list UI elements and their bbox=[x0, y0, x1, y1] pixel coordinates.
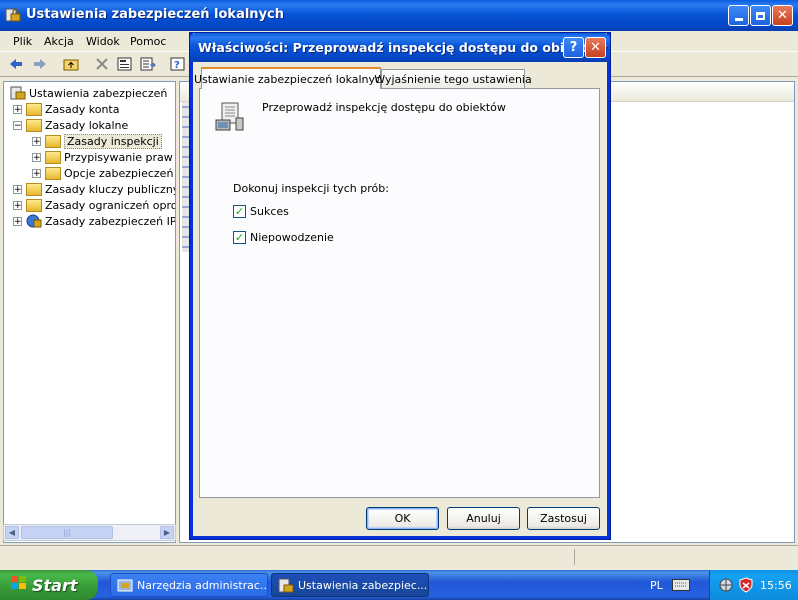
scroll-thumb[interactable]: ||| bbox=[21, 526, 113, 539]
close-icon: ✕ bbox=[777, 8, 788, 23]
up-folder-icon[interactable] bbox=[61, 55, 81, 73]
svg-text:?: ? bbox=[174, 60, 180, 71]
taskbar-item-label: Ustawienia zabezpiec... bbox=[298, 578, 428, 592]
menu-akcja[interactable]: Akcja bbox=[44, 35, 74, 48]
maximize-icon bbox=[756, 11, 765, 20]
security-settings-icon bbox=[278, 578, 294, 596]
tree-label: Zasady konta bbox=[45, 102, 120, 116]
collapse-minus-icon[interactable]: − bbox=[13, 120, 22, 130]
main-window-title: Ustawienia zabezpieczeń lokalnych bbox=[26, 7, 285, 22]
tree-horizontal-scrollbar[interactable]: ◀ ||| ▶ bbox=[3, 524, 176, 541]
tree-item-zasady-ograniczen[interactable]: + Zasady ograniczeń oprogramowania bbox=[13, 197, 175, 213]
policy-icon bbox=[214, 100, 246, 132]
tree-label: Zasady ograniczeń oprogramowania bbox=[45, 198, 175, 212]
taskbar-item-admin-tools[interactable]: Narzędzia administrac... bbox=[110, 573, 268, 597]
tree-label: Zasady zabezpieczeń IP w bbox=[45, 214, 176, 228]
expand-plus-icon[interactable]: + bbox=[32, 136, 41, 146]
failure-checkbox-row[interactable]: ✓ Niepowodzenie bbox=[233, 231, 334, 244]
dialog-title-bar[interactable]: Właściwości: Przeprowadź inspekcję dostę… bbox=[190, 33, 610, 62]
apply-button[interactable]: Zastosuj bbox=[527, 507, 600, 530]
expand-plus-icon[interactable]: + bbox=[13, 216, 22, 226]
tree-item-zasady-ip[interactable]: + Zasady zabezpieczeń IP w bbox=[13, 213, 176, 229]
dialog-title: Właściwości: Przeprowadź inspekcję dostę… bbox=[198, 40, 608, 55]
success-checkbox[interactable]: ✓ bbox=[233, 205, 246, 218]
expand-plus-icon[interactable]: + bbox=[13, 104, 22, 114]
tree-pane[interactable]: Ustawienia zabezpieczeń + Zasady konta −… bbox=[3, 81, 176, 543]
start-button[interactable]: Start bbox=[0, 570, 98, 600]
main-title-bar[interactable]: Ustawienia zabezpieczeń lokalnych bbox=[0, 0, 798, 31]
security-settings-icon bbox=[5, 7, 21, 23]
success-checkbox-row[interactable]: ✓ Sukces bbox=[233, 205, 289, 218]
help-icon[interactable]: ? bbox=[168, 55, 188, 73]
taskbar-item-security-settings[interactable]: Ustawienia zabezpiec... bbox=[271, 573, 429, 597]
ok-button[interactable]: OK bbox=[366, 507, 439, 530]
menu-pomoc[interactable]: Pomoc bbox=[130, 35, 166, 48]
tab-local-security-setting[interactable]: Ustawianie zabezpieczeń lokalnych bbox=[194, 67, 388, 89]
scroll-right-icon[interactable]: ▶ bbox=[160, 526, 174, 539]
folder-icon bbox=[45, 166, 61, 180]
cancel-button[interactable]: Anuluj bbox=[447, 507, 520, 530]
dialog-close-button[interactable]: ✕ bbox=[585, 37, 606, 58]
close-button[interactable]: ✕ bbox=[772, 5, 793, 26]
tree-label: Opcje zabezpieczeń bbox=[64, 166, 174, 180]
clock: 15:56 bbox=[760, 579, 792, 592]
failure-checkbox[interactable]: ✓ bbox=[233, 231, 246, 244]
tree-label: Przypisywanie praw użytkownika bbox=[64, 150, 175, 164]
status-divider bbox=[574, 549, 575, 565]
scroll-left-icon[interactable]: ◀ bbox=[5, 526, 19, 539]
folder-icon bbox=[26, 118, 42, 132]
tab-explain[interactable]: Wyjaśnienie tego ustawienia bbox=[374, 69, 532, 89]
status-bar bbox=[0, 545, 798, 568]
admin-tools-icon bbox=[117, 578, 133, 596]
tree-label: Ustawienia zabezpieczeń bbox=[29, 86, 168, 100]
forward-arrow-icon[interactable] bbox=[30, 55, 50, 73]
system-tray: 15:56 bbox=[709, 570, 798, 600]
language-indicator[interactable]: PL bbox=[650, 579, 663, 592]
tree-item-przypisywanie-praw[interactable]: + Przypisywanie praw użytkownika bbox=[32, 149, 175, 165]
keyboard-icon[interactable] bbox=[672, 579, 690, 591]
back-arrow-icon[interactable] bbox=[6, 55, 26, 73]
properties-icon[interactable] bbox=[115, 55, 135, 73]
minimize-icon bbox=[734, 18, 743, 21]
tree-item-zasady-kluczy[interactable]: + Zasady kluczy publicznych bbox=[13, 181, 175, 197]
delete-icon[interactable] bbox=[92, 55, 112, 73]
success-label: Sukces bbox=[250, 205, 289, 218]
help-icon: ? bbox=[569, 40, 578, 55]
tree-label: Zasady inspekcji bbox=[64, 133, 162, 149]
dialog-help-button[interactable]: ? bbox=[563, 37, 584, 58]
tree-item-root[interactable]: Ustawienia zabezpieczeń bbox=[10, 85, 167, 101]
tree-item-zasady-lokalne[interactable]: − Zasady lokalne bbox=[13, 117, 128, 133]
start-label: Start bbox=[32, 575, 78, 595]
menu-plik[interactable]: Plik bbox=[13, 35, 32, 48]
ip-security-icon bbox=[26, 214, 42, 228]
tree-item-opcje-zabezpieczen[interactable]: + Opcje zabezpieczeń bbox=[32, 165, 173, 181]
security-shield-icon[interactable] bbox=[738, 577, 754, 596]
failure-label: Niepowodzenie bbox=[250, 231, 334, 244]
folder-icon bbox=[45, 150, 61, 164]
folder-icon bbox=[45, 134, 61, 148]
tab-panel bbox=[199, 88, 600, 498]
folder-icon bbox=[26, 198, 42, 212]
taskbar-item-label: Narzędzia administrac... bbox=[137, 578, 268, 592]
tree-label: Zasady lokalne bbox=[45, 118, 129, 132]
export-list-icon[interactable] bbox=[138, 55, 158, 73]
tree-item-zasady-konta[interactable]: + Zasady konta bbox=[13, 101, 119, 117]
menu-widok[interactable]: Widok bbox=[86, 35, 120, 48]
expand-plus-icon[interactable]: + bbox=[13, 184, 22, 194]
expand-plus-icon[interactable]: + bbox=[32, 152, 41, 162]
security-settings-icon bbox=[10, 86, 26, 100]
tree-label: Zasady kluczy publicznych bbox=[45, 182, 175, 196]
audit-attempts-label: Dokonuj inspekcji tych prób: bbox=[233, 182, 389, 195]
close-icon: ✕ bbox=[590, 40, 601, 55]
policy-name: Przeprowadź inspekcję dostępu do obiektó… bbox=[262, 101, 506, 114]
expand-plus-icon[interactable]: + bbox=[13, 200, 22, 210]
expand-plus-icon[interactable]: + bbox=[32, 168, 41, 178]
windows-logo-icon bbox=[10, 575, 28, 595]
minimize-button[interactable] bbox=[728, 5, 749, 26]
network-icon[interactable] bbox=[718, 577, 734, 596]
tree-item-zasady-inspekcji[interactable]: + Zasady inspekcji bbox=[32, 133, 162, 149]
folder-icon bbox=[26, 102, 42, 116]
maximize-button[interactable] bbox=[750, 5, 771, 26]
folder-icon bbox=[26, 182, 42, 196]
